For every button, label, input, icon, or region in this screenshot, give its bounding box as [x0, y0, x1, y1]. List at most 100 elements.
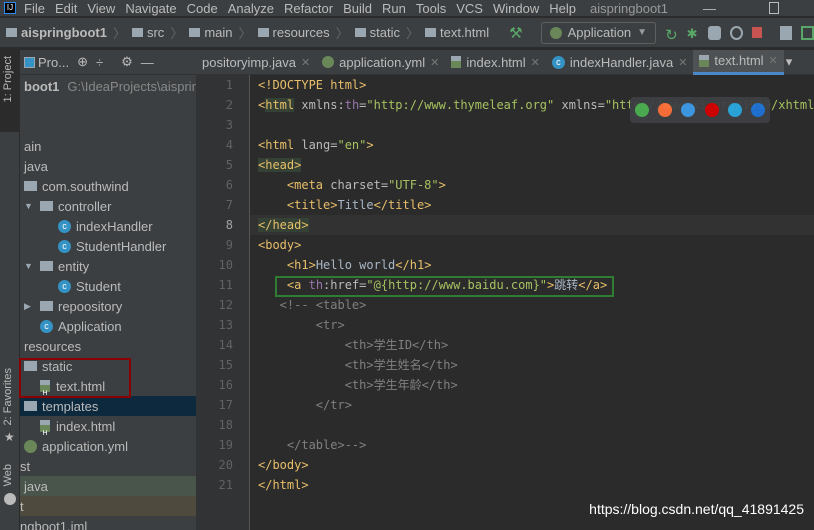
breadcrumb-item[interactable]: text.html	[424, 23, 489, 42]
opera-icon[interactable]	[704, 103, 719, 117]
menu-item-window[interactable]: Window	[493, 1, 539, 16]
project-panel-header: Pro... ⊕ ÷ ⚙ —	[20, 50, 196, 75]
tree-item[interactable]: Hindex.html	[20, 416, 196, 437]
breadcrumb-item[interactable]: static 〉	[354, 23, 419, 42]
tree-item[interactable]: c StudentHandler	[20, 236, 196, 256]
tree-item[interactable]: application.yml	[20, 436, 196, 456]
close-icon[interactable]: ✕	[678, 56, 687, 69]
tree-item[interactable]: ain	[20, 136, 196, 156]
tree-item[interactable]: resources	[20, 336, 196, 356]
tree-item[interactable]: st	[20, 456, 196, 476]
ie-icon[interactable]	[727, 103, 742, 117]
code-editor[interactable]: <!DOCTYPE html> <html xmlns:th="http://ww…	[258, 75, 814, 530]
breadcrumb-label: main	[204, 25, 233, 40]
breadcrumb-item[interactable]: src 〉	[131, 23, 183, 42]
tree-item[interactable]: c indexHandler	[20, 216, 196, 236]
menu-item-navigate[interactable]: Navigate	[125, 1, 176, 16]
tree-item[interactable]: ▼ controller	[20, 196, 196, 216]
minimize-button[interactable]: —	[703, 1, 716, 16]
folder-icon	[131, 28, 143, 37]
line-number: 14	[218, 338, 233, 352]
close-icon[interactable]: ✕	[301, 56, 310, 69]
hide-icon[interactable]: —	[141, 55, 154, 70]
menu-item-refactor[interactable]: Refactor	[284, 1, 333, 16]
menu-item-view[interactable]: View	[87, 1, 115, 16]
tree-item[interactable]: java	[20, 476, 196, 496]
tab-text-html[interactable]: text.html ✕	[693, 49, 784, 75]
line-number-gutter: 1 2 3 4 5 6 7 8 9 10 11 12 13 14 15 16 17 18 19 20 21	[196, 75, 250, 530]
menu-item-code[interactable]: Code	[187, 1, 218, 16]
tree-item[interactable]: c Student	[20, 276, 196, 296]
line-number: 21	[218, 478, 233, 492]
expand-arrow-icon[interactable]: ▼	[24, 261, 40, 271]
rerun-icon[interactable]: ↻	[665, 26, 678, 44]
tree-item-label: controller	[58, 198, 112, 214]
code-token: <th>学生ID</th>	[258, 338, 449, 352]
project-structure-icon[interactable]	[779, 25, 793, 40]
run-configuration-select[interactable]: Application ▼	[540, 21, 657, 44]
tab-application-yml[interactable]: application.yml ✕	[316, 50, 445, 75]
tree-item[interactable]: com.southwind	[20, 176, 196, 196]
breadcrumb-item[interactable]: aispringboot1 〉	[6, 23, 126, 42]
menu-item-build[interactable]: Build	[343, 1, 372, 16]
code-line: <head>	[258, 155, 302, 175]
menu-item-help[interactable]: Help	[549, 1, 576, 16]
line-number: 12	[218, 298, 233, 312]
safari-icon[interactable]	[681, 103, 696, 117]
highlight-box-anchor	[275, 276, 614, 297]
menu-item-tools[interactable]: Tools	[416, 1, 446, 16]
tree-item[interactable]	[20, 116, 196, 136]
code-token: xmlns=	[554, 98, 605, 112]
close-icon[interactable]: ✕	[531, 56, 540, 69]
close-icon[interactable]: ✕	[430, 56, 439, 69]
firefox-icon[interactable]	[657, 103, 672, 117]
tab-positoryimp-java[interactable]: positoryimp.java ✕	[196, 50, 316, 75]
code-line: <th>学生姓名</th>	[258, 355, 458, 375]
breadcrumb-item[interactable]: main 〉	[189, 23, 252, 42]
terminal-icon[interactable]	[801, 25, 814, 40]
line-number: 1	[225, 78, 233, 92]
maximize-button[interactable]	[769, 2, 779, 14]
tree-item-label: resources	[24, 338, 82, 354]
package-icon	[40, 301, 53, 311]
tree-item[interactable]: ▼ entity	[20, 256, 196, 276]
close-icon[interactable]: ✕	[769, 54, 778, 67]
collapse-arrow-icon[interactable]: ▶	[24, 301, 40, 312]
menu-item-analyze[interactable]: Analyze	[228, 1, 274, 16]
tab-indexHandler-java[interactable]: c indexHandler.java ✕	[546, 50, 694, 75]
locate-icon[interactable]: ⊕	[77, 54, 88, 70]
tree-item[interactable]: t	[20, 496, 196, 516]
menu-item-edit[interactable]: Edit	[55, 1, 77, 16]
menu-item-file[interactable]: File	[24, 1, 45, 16]
debug-icon[interactable]: ✱	[687, 26, 700, 41]
tabs-overflow-icon[interactable]: ▾	[786, 54, 793, 70]
stop-icon[interactable]	[751, 27, 762, 38]
tree-item[interactable]: java	[20, 156, 196, 176]
tree-item[interactable]: templates	[20, 396, 196, 416]
web-tab[interactable]: Web	[2, 464, 14, 486]
expand-arrow-icon[interactable]: ▼	[24, 201, 40, 211]
gear-icon[interactable]: ⚙	[121, 54, 133, 70]
tree-item[interactable]	[20, 96, 196, 116]
chrome-icon[interactable]	[634, 103, 649, 117]
project-tool-tab[interactable]: 1: Project	[0, 50, 20, 132]
tab-index-html[interactable]: index.html ✕	[445, 50, 545, 75]
favorites-tab[interactable]: 2: Favorites	[2, 368, 14, 425]
profile-icon[interactable]	[729, 25, 743, 40]
breadcrumb-item[interactable]: resources 〉	[257, 23, 349, 42]
tree-item[interactable]: ▶ repoository	[20, 296, 196, 316]
spring-class-icon: c	[40, 319, 53, 333]
build-hammer-icon[interactable]: ⚒	[509, 24, 522, 42]
code-token: </table>-->	[258, 438, 367, 452]
tree-item[interactable]: c Application	[20, 316, 196, 336]
project-view-select[interactable]: Pro...	[24, 55, 69, 70]
tree-item[interactable]: boot1 G:\IdeaProjects\aispring	[20, 76, 196, 96]
menu-item-vcs[interactable]: VCS	[456, 1, 483, 16]
code-token: xmlns:	[294, 98, 345, 112]
coverage-icon[interactable]	[708, 25, 721, 40]
code-token: <!DOCTYPE html>	[258, 78, 367, 92]
collapse-all-icon[interactable]: ÷	[96, 55, 103, 70]
tree-item[interactable]: ngboot1.iml	[20, 516, 196, 530]
edge-icon[interactable]	[751, 103, 766, 117]
menu-item-run[interactable]: Run	[382, 1, 406, 16]
